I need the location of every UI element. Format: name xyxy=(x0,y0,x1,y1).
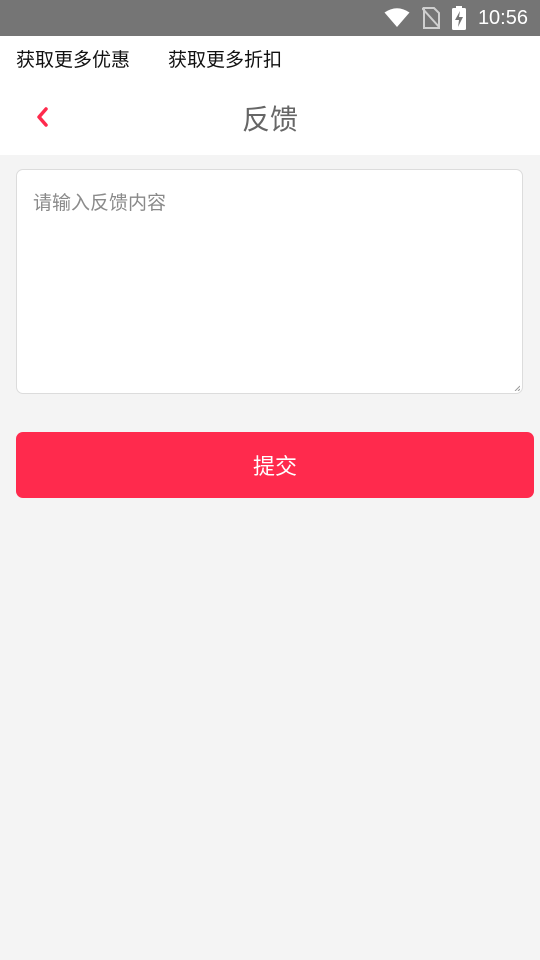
feedback-form: 提交 xyxy=(0,155,540,960)
promo-link-discounts[interactable]: 获取更多优惠 xyxy=(16,45,130,72)
nav-bar: 反馈 xyxy=(0,80,540,155)
feedback-input[interactable] xyxy=(17,170,522,393)
promo-bar: 获取更多优惠 获取更多折扣 xyxy=(0,36,540,80)
no-sim-icon xyxy=(421,7,440,29)
feedback-box xyxy=(16,169,523,394)
page-title: 反馈 xyxy=(241,102,298,136)
status-time: 10:56 xyxy=(477,6,528,29)
battery-charging-icon xyxy=(451,6,466,30)
submit-button[interactable]: 提交 xyxy=(16,432,534,498)
wifi-icon xyxy=(384,8,410,28)
promo-link-deals[interactable]: 获取更多折扣 xyxy=(168,45,282,72)
back-button[interactable] xyxy=(28,102,58,132)
chevron-left-icon xyxy=(37,107,48,127)
resize-handle-icon[interactable] xyxy=(514,385,520,391)
status-bar: 10:56 xyxy=(0,0,540,36)
